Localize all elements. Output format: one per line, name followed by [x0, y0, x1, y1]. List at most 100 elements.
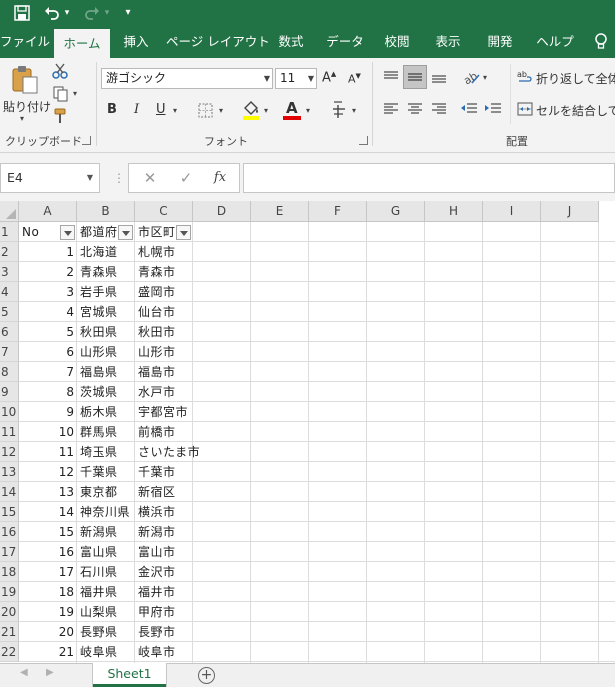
column-header-d[interactable]: D — [193, 201, 251, 222]
row-header-4[interactable]: 4 — [0, 282, 19, 302]
cell-no[interactable]: 1 — [19, 242, 77, 262]
tab-home[interactable]: ホーム — [54, 29, 110, 58]
fill-color-icon[interactable] — [240, 98, 262, 122]
cell-city[interactable]: 福島市 — [135, 362, 193, 382]
tab-view[interactable]: 表示 — [429, 26, 467, 58]
cell-prefecture[interactable]: 岩手県 — [77, 282, 135, 302]
row-header-1[interactable]: 1 — [0, 222, 19, 242]
cell-city[interactable]: 宇都宮市 — [135, 402, 193, 422]
orientation-dropdown-icon[interactable]: ▾ — [483, 73, 487, 82]
column-header-i[interactable]: I — [483, 201, 541, 222]
bottom-align-icon[interactable] — [428, 66, 450, 88]
merge-center-button[interactable]: セルを結合して中 — [536, 102, 615, 119]
tab-review[interactable]: 校閲 — [379, 26, 415, 58]
row-header-7[interactable]: 7 — [0, 342, 19, 362]
column-header-h[interactable]: H — [425, 201, 483, 222]
undo-icon[interactable] — [42, 3, 62, 23]
cell-no[interactable]: 10 — [19, 422, 77, 442]
wrap-text-button[interactable]: 折り返して全体を — [536, 70, 615, 87]
cell-no[interactable]: 6 — [19, 342, 77, 362]
cell-no[interactable]: 15 — [19, 522, 77, 542]
customize-quick-access-icon[interactable]: ▾ — [122, 3, 134, 23]
column-header-j[interactable]: J — [541, 201, 599, 222]
enter-icon[interactable]: ✓ — [171, 164, 201, 192]
wrap-text-icon[interactable]: ab — [516, 68, 534, 86]
cell-no[interactable]: 2 — [19, 262, 77, 282]
row-header-15[interactable]: 15 — [0, 502, 19, 522]
clipboard-launcher-icon[interactable] — [82, 136, 91, 145]
cell-prefecture[interactable]: 山形県 — [77, 342, 135, 362]
cell-prefecture[interactable]: 石川県 — [77, 562, 135, 582]
cell-prefecture[interactable]: 埼玉県 — [77, 442, 135, 462]
font-color-icon[interactable]: A — [282, 98, 302, 122]
cell-no[interactable]: 20 — [19, 622, 77, 642]
cell-no[interactable]: 21 — [19, 642, 77, 662]
cell-city[interactable]: 水戸市 — [135, 382, 193, 402]
cell-no[interactable]: 18 — [19, 582, 77, 602]
tab-data[interactable]: データ — [323, 26, 367, 58]
border-icon[interactable] — [195, 100, 215, 120]
top-align-icon[interactable] — [380, 66, 402, 88]
align-center-icon[interactable] — [404, 98, 426, 120]
paste-icon[interactable] — [10, 64, 40, 96]
cell-city[interactable]: 青森市 — [135, 262, 193, 282]
tab-help[interactable]: ヘルプ — [532, 26, 578, 58]
cell-city[interactable]: 金沢市 — [135, 562, 193, 582]
cut-icon[interactable] — [50, 62, 70, 80]
cell-prefecture[interactable]: 福島県 — [77, 362, 135, 382]
cell-no[interactable]: 19 — [19, 602, 77, 622]
row-header-18[interactable]: 18 — [0, 562, 19, 582]
cell-no[interactable]: 12 — [19, 462, 77, 482]
tab-insert[interactable]: 挿入 — [118, 26, 154, 58]
format-painter-icon[interactable] — [50, 107, 70, 125]
save-icon[interactable] — [12, 3, 32, 23]
cell-prefecture[interactable]: 東京都 — [77, 482, 135, 502]
name-box[interactable]: E4 ▼ — [0, 163, 100, 193]
cell-prefecture[interactable]: 千葉県 — [77, 462, 135, 482]
prev-sheet-icon[interactable]: ◀ — [20, 667, 28, 678]
decrease-indent-icon[interactable] — [458, 98, 480, 120]
cell-prefecture[interactable]: 秋田県 — [77, 322, 135, 342]
row-header-17[interactable]: 17 — [0, 542, 19, 562]
cell-city[interactable]: 仙台市 — [135, 302, 193, 322]
header-cell[interactable]: 都道府 — [77, 222, 119, 242]
cell-city[interactable]: 山形市 — [135, 342, 193, 362]
increase-indent-icon[interactable] — [482, 98, 504, 120]
middle-align-icon[interactable] — [403, 65, 427, 89]
row-header-22[interactable]: 22 — [0, 642, 19, 662]
splitter-handle[interactable]: ⋮ — [113, 171, 125, 185]
cell-no[interactable]: 7 — [19, 362, 77, 382]
cell-city[interactable]: 横浜市 — [135, 502, 193, 522]
copy-icon[interactable] — [50, 85, 70, 103]
underline-button[interactable]: U — [156, 102, 166, 117]
row-header-21[interactable]: 21 — [0, 622, 19, 642]
chevron-down-icon[interactable]: ▼ — [264, 69, 270, 88]
row-header-5[interactable]: 5 — [0, 302, 19, 322]
cell-city[interactable]: さいたま市 — [135, 442, 200, 462]
select-all-button[interactable] — [0, 201, 19, 222]
undo-dropdown-icon[interactable]: ▾ — [62, 3, 72, 23]
row-header-19[interactable]: 19 — [0, 582, 19, 602]
cell-prefecture[interactable]: 長野県 — [77, 622, 135, 642]
align-right-icon[interactable] — [428, 98, 450, 120]
italic-button[interactable]: I — [134, 102, 139, 117]
cell-prefecture[interactable]: 山梨県 — [77, 602, 135, 622]
tab-page-layout[interactable]: ページ レイアウト — [166, 26, 270, 58]
cell-no[interactable]: 11 — [19, 442, 77, 462]
cell-no[interactable]: 4 — [19, 302, 77, 322]
chevron-down-icon[interactable]: ▼ — [308, 69, 314, 88]
row-header-9[interactable]: 9 — [0, 382, 19, 402]
orientation-icon[interactable]: ab — [460, 66, 482, 88]
border-dropdown-icon[interactable]: ▾ — [219, 106, 223, 115]
fill-color-dropdown-icon[interactable]: ▾ — [264, 106, 268, 115]
bold-button[interactable]: B — [107, 102, 117, 117]
filter-dropdown-icon[interactable] — [176, 225, 191, 240]
cell-prefecture[interactable]: 岐阜県 — [77, 642, 135, 662]
insert-function-icon[interactable]: fx — [205, 164, 235, 192]
tab-file[interactable]: ファイル — [0, 26, 50, 58]
header-cell[interactable]: 市区町 — [135, 222, 177, 242]
cell-no[interactable]: 17 — [19, 562, 77, 582]
filter-dropdown-icon[interactable] — [60, 225, 75, 240]
cell-prefecture[interactable]: 神奈川県 — [77, 502, 135, 522]
cell-prefecture[interactable]: 宮城県 — [77, 302, 135, 322]
